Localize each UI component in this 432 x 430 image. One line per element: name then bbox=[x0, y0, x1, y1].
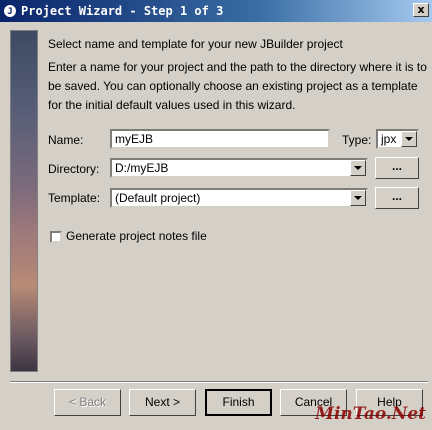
template-label: Template: bbox=[48, 191, 101, 205]
template-combo[interactable]: (Default project) bbox=[110, 188, 368, 208]
directory-browse-button[interactable]: ... bbox=[375, 157, 419, 179]
name-input[interactable]: myEJB bbox=[110, 129, 330, 149]
back-button[interactable]: < Back bbox=[54, 389, 121, 416]
template-dropdown-arrow-icon[interactable] bbox=[350, 190, 366, 206]
name-input-value: myEJB bbox=[115, 132, 154, 146]
button-separator bbox=[10, 381, 428, 383]
jbuilder-icon: J bbox=[3, 4, 17, 18]
type-label: Type: bbox=[342, 133, 372, 147]
directory-combo[interactable]: D:/myEJB bbox=[110, 158, 368, 178]
step-heading: Select name and template for your new JB… bbox=[48, 37, 343, 51]
type-select-value: jpx bbox=[381, 132, 397, 146]
directory-dropdown-arrow-icon[interactable] bbox=[350, 160, 366, 176]
project-notes-label: Generate project notes file bbox=[66, 229, 207, 243]
template-browse-button[interactable]: ... bbox=[375, 187, 419, 209]
watermark-text: MinTao.Net bbox=[315, 404, 426, 424]
name-label: Name: bbox=[48, 133, 84, 147]
project-notes-checkbox[interactable] bbox=[50, 231, 62, 243]
close-button[interactable]: x bbox=[413, 3, 429, 17]
type-dropdown-arrow-icon[interactable] bbox=[401, 131, 417, 147]
directory-label: Directory: bbox=[48, 162, 100, 176]
wizard-side-image bbox=[10, 30, 38, 372]
step-description: Enter a name for your project and the pa… bbox=[48, 60, 427, 112]
finish-button[interactable]: Finish bbox=[205, 389, 272, 416]
type-select[interactable]: jpx bbox=[376, 129, 419, 149]
next-button[interactable]: Next > bbox=[129, 389, 196, 416]
template-combo-value: (Default project) bbox=[115, 191, 201, 205]
title-bar: J Project Wizard - Step 1 of 3 x bbox=[0, 0, 432, 22]
window-title: Project Wizard - Step 1 of 3 bbox=[21, 4, 224, 18]
directory-combo-value: D:/myEJB bbox=[115, 161, 169, 175]
